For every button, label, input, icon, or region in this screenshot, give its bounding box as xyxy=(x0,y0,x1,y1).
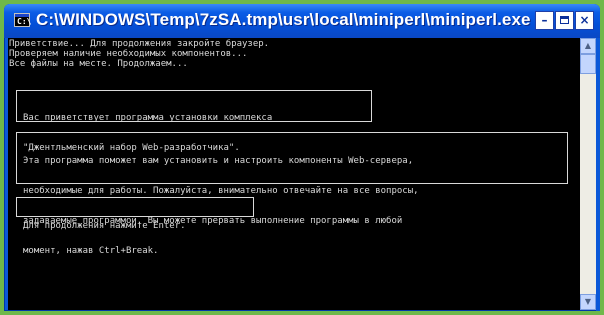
console-line: Вас приветствует программа установки ком… xyxy=(23,113,273,123)
close-icon: × xyxy=(579,13,590,27)
welcome-box: Вас приветствует программа установки ком… xyxy=(16,90,372,153)
arrow-down-icon: ▼ xyxy=(584,297,592,306)
console-icon-glyph: C:\ xyxy=(17,17,32,26)
scroll-up-button[interactable]: ▲ xyxy=(580,38,596,54)
console-line: необходимые для работы. Пожалуйста, вним… xyxy=(23,186,419,196)
console-line: Приветствие... Для продолжения закройте … xyxy=(9,39,270,49)
console-window: C:\ C:\WINDOWS\Temp\7zSA.tmp\usr\local\m… xyxy=(4,4,600,311)
continue-box: Для продолжения нажмите Enter. xyxy=(16,197,254,231)
close-button[interactable]: × xyxy=(575,11,594,30)
maximize-icon xyxy=(560,16,569,24)
console-line: Эта программа поможет вам установить и н… xyxy=(23,156,414,166)
scroll-down-button[interactable]: ▼ xyxy=(580,294,596,310)
console-line: Проверяем наличие необходимых компоненто… xyxy=(9,49,248,59)
continue-prompt: Для продолжения нажмите Enter. xyxy=(23,221,186,231)
window-title: C:\WINDOWS\Temp\7zSA.tmp\usr\local\minip… xyxy=(36,10,531,29)
arrow-up-icon: ▲ xyxy=(584,41,592,50)
console-line: Все файлы на месте. Продолжаем... xyxy=(9,59,188,69)
info-box: Эта программа поможет вам установить и н… xyxy=(16,132,568,256)
maximize-button[interactable] xyxy=(555,11,574,30)
console-area[interactable]: Приветствие... Для продолжения закройте … xyxy=(8,38,580,310)
minimize-button[interactable]: – xyxy=(535,11,554,30)
console-output: Приветствие... Для продолжения закройте … xyxy=(8,38,580,310)
window-frame xyxy=(596,38,600,311)
console-app-icon[interactable]: C:\ xyxy=(14,13,32,27)
minimize-icon: – xyxy=(541,13,548,27)
title-bar[interactable]: C:\ C:\WINDOWS\Temp\7zSA.tmp\usr\local\m… xyxy=(4,4,600,38)
scrollbar-thumb[interactable] xyxy=(580,54,596,74)
vertical-scrollbar[interactable]: ▲ ▼ xyxy=(580,38,596,310)
